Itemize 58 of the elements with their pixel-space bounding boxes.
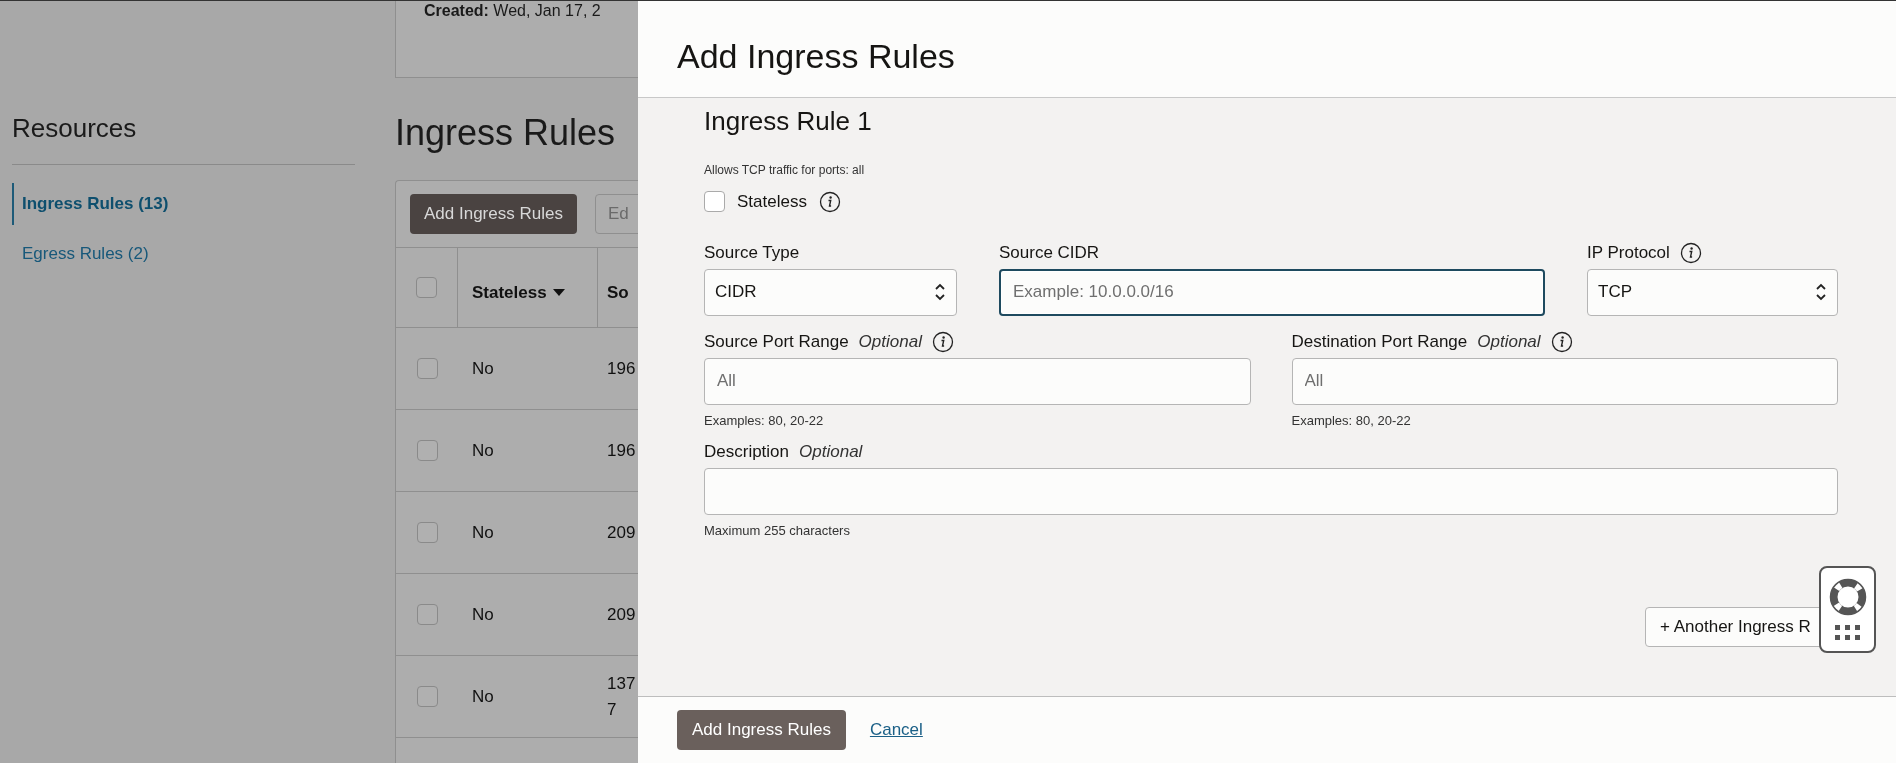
grid-icon: [1833, 623, 1862, 642]
table-cell: No: [472, 440, 494, 460]
chevron-icon: [934, 282, 946, 302]
field-label: Source CIDR: [999, 241, 1100, 264]
table-cell: No: [472, 686, 494, 706]
checkbox[interactable]: [704, 191, 725, 213]
select-field[interactable]: TCP: [1587, 268, 1838, 316]
cancel-link[interactable]: Cancel: [869, 717, 923, 743]
column-header[interactable]: Stateless: [472, 279, 547, 306]
table-cell-text: 196: [607, 357, 636, 380]
info-icon[interactable]: [931, 330, 954, 353]
input-field[interactable]: All: [1291, 357, 1838, 405]
help-menu[interactable]: [1819, 566, 1876, 653]
select-field[interactable]: CIDR: [704, 268, 957, 316]
rule-summary: Allows TCP traffic for ports: all: [704, 162, 866, 179]
field-label: Source Port Range: [704, 330, 849, 353]
checkbox[interactable]: [416, 358, 438, 379]
checkbox[interactable]: [416, 522, 438, 543]
created-text: Created: Wed, Jan 17, 2: [424, 2, 602, 20]
field-label: Destination Port Range: [1291, 330, 1468, 353]
help-text: Maximum 255 characters: [704, 522, 851, 540]
checkbox[interactable]: [416, 604, 438, 625]
optional-hint: Optional: [799, 441, 863, 464]
chevron-icon: [1815, 282, 1827, 302]
info-icon[interactable]: [1550, 330, 1573, 353]
lifebuoy-icon: [1828, 577, 1867, 616]
section-title: Ingress Rules: [395, 111, 617, 155]
checkbox-label: Stateless: [737, 191, 807, 213]
input-field[interactable]: Example: 10.0.0.0/16: [999, 268, 1545, 316]
input-field[interactable]: All: [704, 357, 1251, 405]
dialog-title: Add Ingress Rules: [638, 1, 1896, 98]
table-cell-text: 196: [607, 439, 636, 462]
add-ingress-rules-button[interactable]: Add Ingress Rules: [677, 710, 846, 750]
info-icon[interactable]: [818, 190, 841, 213]
table-cell-text: 137 7: [607, 672, 636, 721]
sort-icon[interactable]: [552, 289, 565, 296]
sidebar-item[interactable]: Ingress Rules (13): [12, 183, 355, 225]
toolbar-button[interactable]: Add Ingress Rules: [410, 194, 577, 234]
rule-heading: Ingress Rule 1: [704, 105, 873, 138]
table-cell: No: [472, 522, 494, 542]
checkbox[interactable]: [416, 440, 438, 461]
help-text: Examples: 80, 20-22: [1291, 411, 1412, 430]
sidebar-title: Resources: [12, 109, 355, 165]
table-cell: No: [472, 358, 494, 378]
input-field[interactable]: [704, 468, 1838, 515]
column-header[interactable]: So: [607, 279, 629, 306]
optional-hint: Optional: [858, 330, 922, 353]
field-label: Source Type: [704, 241, 800, 264]
optional-hint: Optional: [1477, 330, 1541, 353]
table-cell: No: [472, 604, 494, 624]
table-cell-text: 209: [607, 603, 636, 626]
field-label: Description: [704, 441, 790, 464]
table-cell-text: 209: [607, 521, 636, 544]
help-text: Examples: 80, 20-22: [704, 411, 825, 430]
info-icon[interactable]: [1679, 241, 1702, 264]
checkbox[interactable]: [416, 686, 438, 707]
field-label: IP Protocol: [1587, 241, 1670, 264]
checkbox[interactable]: [416, 277, 437, 298]
